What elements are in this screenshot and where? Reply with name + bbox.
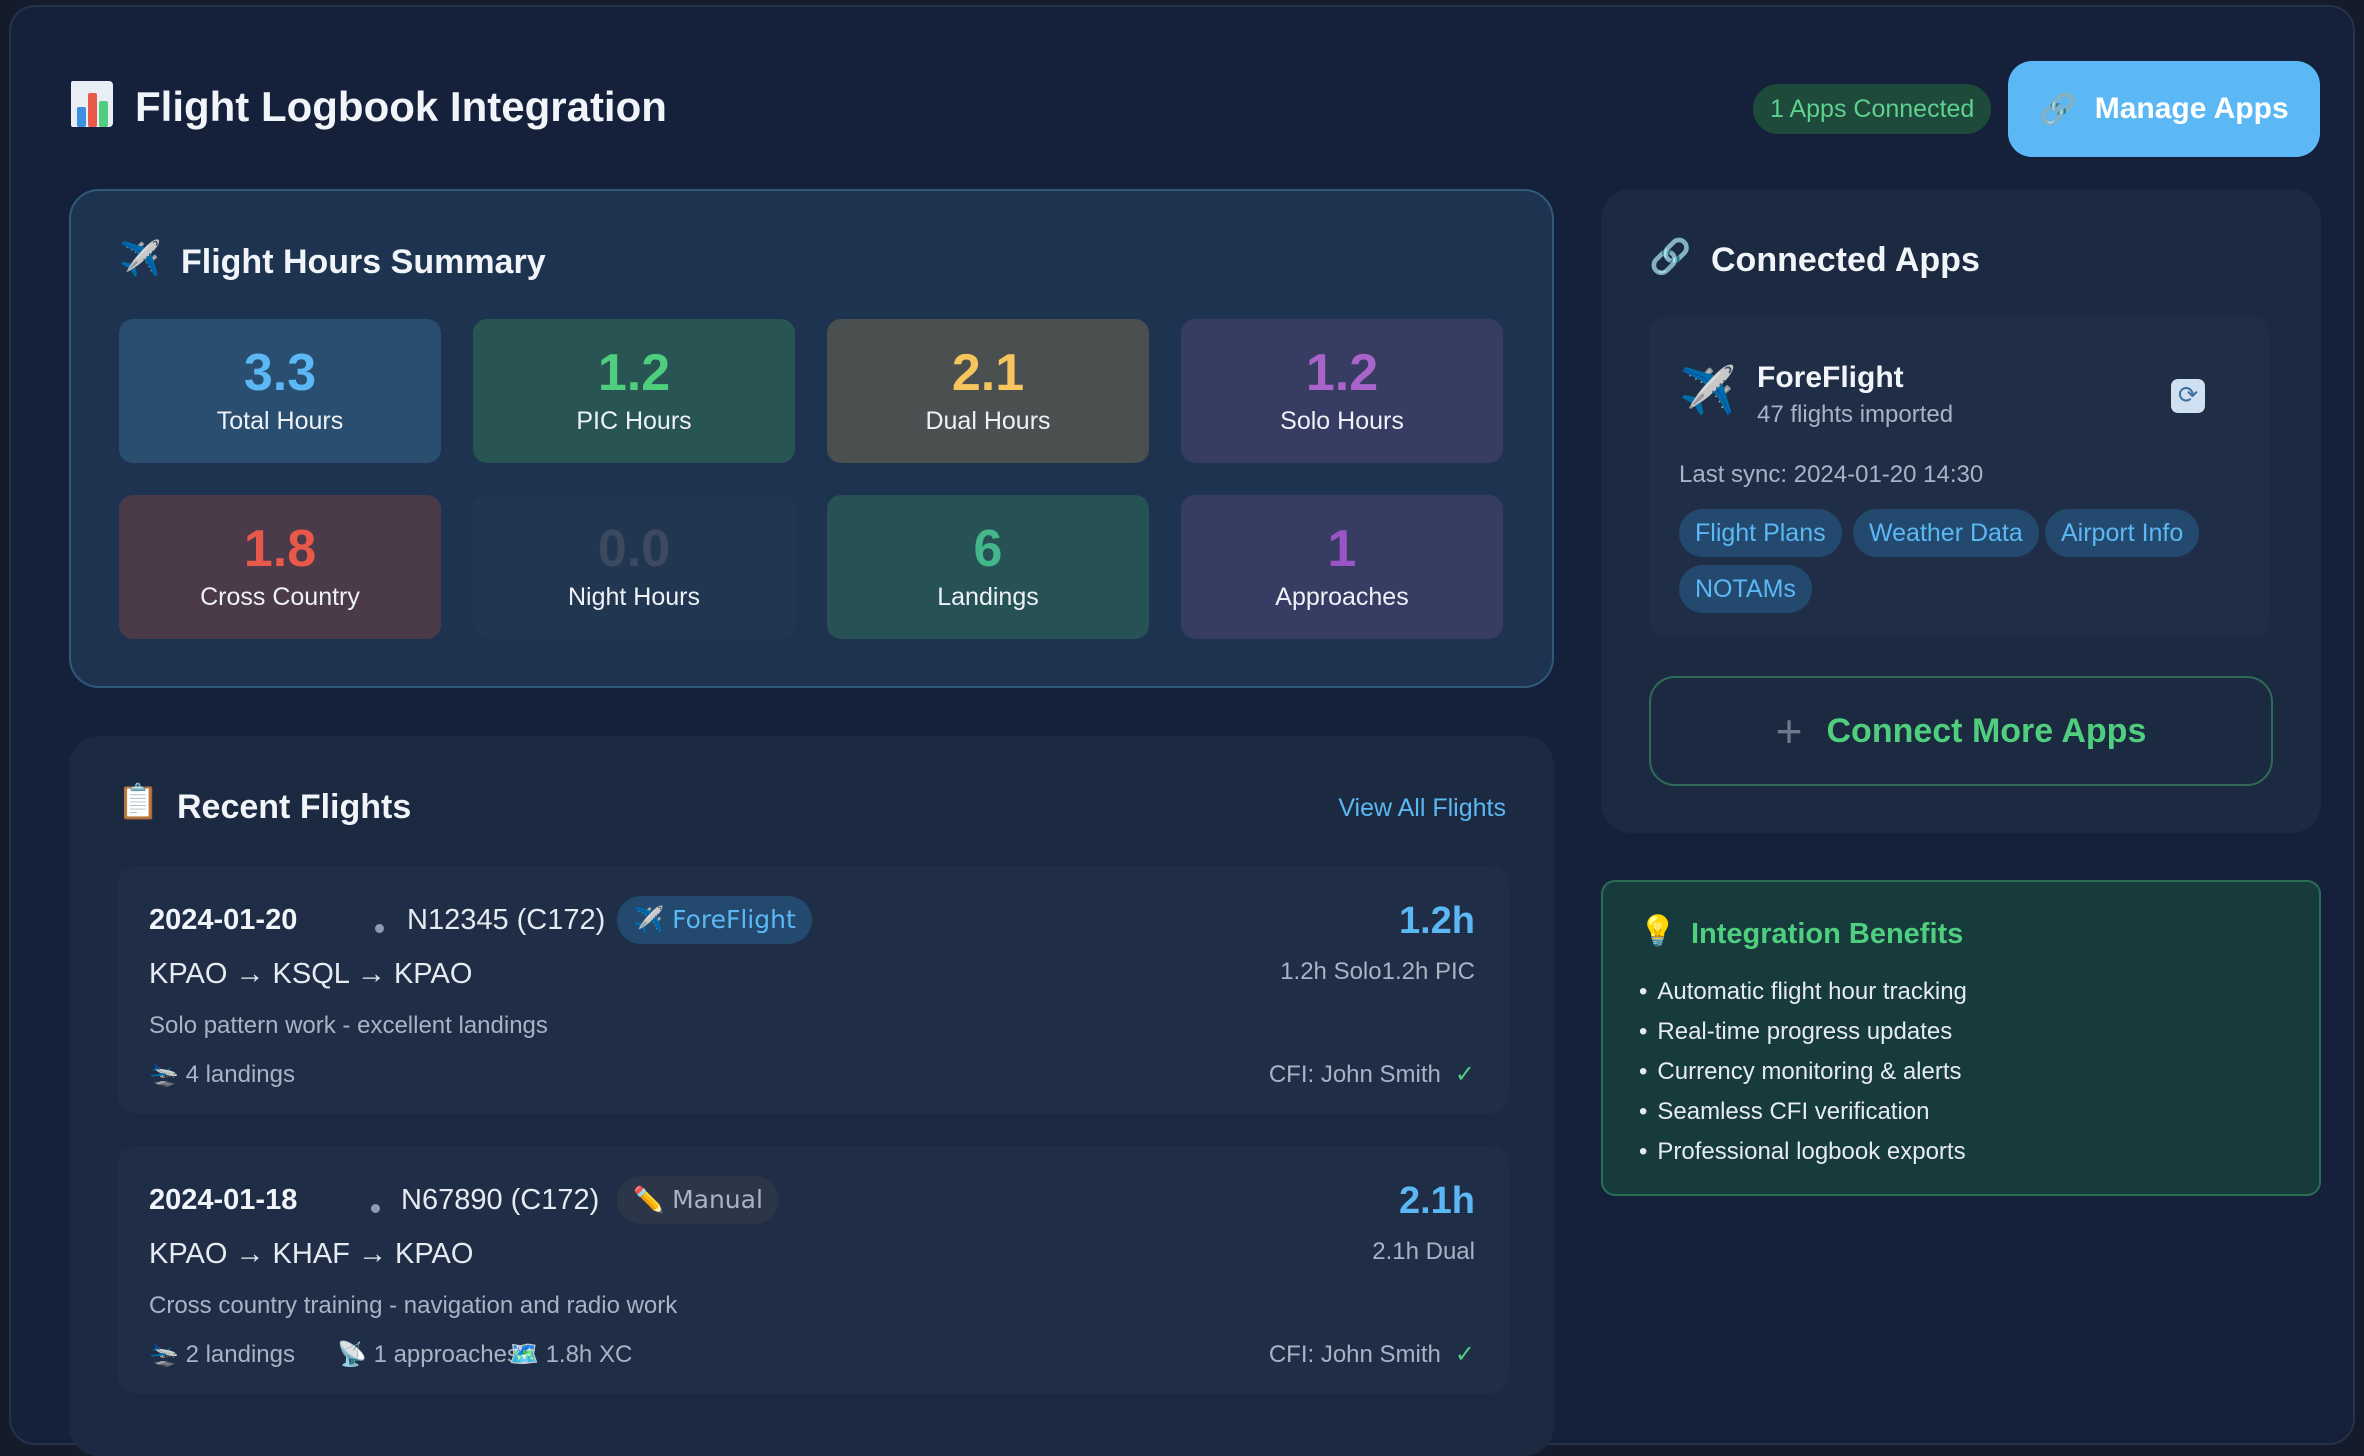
stat-label: Total Hours (216, 407, 344, 435)
stat-night-hours: 0.0 Night Hours (473, 495, 795, 639)
app-tag: Weather Data (1853, 509, 2039, 557)
stat-value: 1.2 (1305, 344, 1379, 402)
benefit-item: Seamless CFI verification (1639, 1092, 1967, 1132)
stat-value: 0.0 (597, 520, 671, 578)
benefits-list: Automatic flight hour tracking Real-time… (1639, 972, 1967, 1172)
flight-route: KPAO → KSQL → KPAO (149, 958, 473, 990)
flight-hours-summary: ✈️ Flight Hours Summary 3.3 Total Hours … (69, 189, 1554, 688)
benefit-item: Real-time progress updates (1639, 1012, 1967, 1052)
flight-date: 2024-01-20 (149, 904, 298, 936)
connect-more-label: Connect More Apps (1826, 711, 2147, 750)
landing-icon: 🛬 (149, 1340, 179, 1368)
integration-benefits-panel: 💡 Integration Benefits Automatic flight … (1601, 880, 2321, 1196)
stat-value: 1.2 (597, 344, 671, 402)
flight-hours: 2.1h (1398, 1180, 1475, 1222)
stat-label: Landings (937, 583, 1039, 611)
airplane-icon: ✈️ (1679, 363, 1737, 417)
check-icon: ✓ (1454, 1061, 1475, 1088)
stat-value: 6 (973, 520, 1003, 578)
landings-meta: 🛬 2 landings (149, 1340, 295, 1369)
connected-apps-title: Connected Apps (1711, 241, 1980, 279)
flight-aircraft: N12345 (C172) (407, 904, 606, 936)
cfi-verification: CFI: John Smith ✓ (1269, 1060, 1475, 1089)
flight-row[interactable]: 2024-01-20 N12345 (C172) ✈️ ForeFlight K… (117, 866, 1509, 1114)
recent-flights-title: Recent Flights (177, 788, 412, 826)
benefit-item: Currency monitoring & alerts (1639, 1052, 1967, 1092)
landings-meta: 🛬 4 landings (149, 1060, 295, 1089)
stat-total-hours: 3.3 Total Hours (119, 319, 441, 463)
stat-dual-hours: 2.1 Dual Hours (827, 319, 1149, 463)
stat-label: Cross Country (200, 583, 360, 611)
stat-label: Approaches (1275, 583, 1409, 611)
flight-route: KPAO → KHAF → KPAO (149, 1238, 474, 1270)
map-icon: 🗺️ (509, 1340, 539, 1368)
benefit-item: Professional logbook exports (1639, 1132, 1967, 1172)
stat-label: PIC Hours (576, 407, 692, 435)
recent-flights-panel: 📋 Recent Flights View All Flights 2024-0… (69, 736, 1554, 1456)
stat-label: Solo Hours (1280, 407, 1404, 435)
stat-value: 1.8 (243, 520, 317, 578)
manage-apps-label: Manage Apps (2094, 92, 2289, 125)
separator-dot (371, 1204, 380, 1213)
landing-icon: 🛬 (149, 1060, 179, 1088)
stat-label: Dual Hours (925, 407, 1051, 435)
flight-remarks: Solo pattern work - excellent landings (149, 1012, 548, 1039)
airplane-icon: ✈️ (119, 239, 162, 279)
stat-value: 1 (1327, 520, 1357, 578)
stat-pic-hours: 1.2 PIC Hours (473, 319, 795, 463)
app-tag: Airport Info (2045, 509, 2200, 557)
last-sync: Last sync: 2024-01-20 14:30 (1679, 461, 1984, 488)
flight-hours: 1.2h (1398, 900, 1475, 942)
connected-apps-badge: 1 Apps Connected (1753, 84, 1992, 134)
landings-count: 4 landings (185, 1061, 295, 1088)
app-card-foreflight: ✈️ ForeFlight 47 flights imported ⟳ Last… (1649, 317, 2269, 637)
satellite-antenna-icon: 📡 (337, 1340, 367, 1368)
approaches-count: 1 approaches (373, 1341, 520, 1368)
stat-solo-hours: 1.2 Solo Hours (1181, 319, 1503, 463)
xc-meta: 🗺️ 1.8h XC (509, 1340, 632, 1369)
xc-hours: 1.8h XC (545, 1341, 633, 1368)
flight-remarks: Cross country training - navigation and … (149, 1292, 678, 1319)
stat-label: Night Hours (568, 583, 700, 611)
plus-icon: + (1775, 705, 1803, 757)
separator-dot (375, 924, 384, 933)
link-icon: 🔗 (2039, 91, 2077, 127)
connected-apps-panel: 🔗 Connected Apps ✈️ ForeFlight 47 flight… (1601, 189, 2321, 833)
benefit-item: Automatic flight hour tracking (1639, 972, 1966, 1012)
view-all-flights-link[interactable]: View All Flights (1338, 794, 1506, 823)
source-badge-foreflight: ✈️ ForeFlight (617, 896, 812, 944)
check-icon: ✓ (1454, 1341, 1475, 1368)
flight-date: 2024-01-18 (149, 1184, 298, 1216)
stat-value: 2.1 (951, 344, 1025, 402)
stat-cross-country: 1.8 Cross Country (119, 495, 441, 639)
flight-row[interactable]: 2024-01-18 N67890 (C172) ✏️ Manual KPAO … (117, 1146, 1509, 1394)
approaches-meta: 📡 1 approaches (337, 1340, 519, 1369)
landings-count: 2 landings (185, 1341, 295, 1368)
benefits-title: Integration Benefits (1691, 918, 1964, 950)
cfi-verification: CFI: John Smith ✓ (1269, 1340, 1475, 1369)
summary-title: Flight Hours Summary (181, 243, 546, 281)
stat-approaches: 1 Approaches (1181, 495, 1503, 639)
sync-icon[interactable]: ⟳ (2171, 379, 2205, 413)
bar-chart-icon (71, 81, 113, 127)
app-frame: Flight Logbook Integration 1 Apps Connec… (9, 5, 2355, 1456)
app-tag: Flight Plans (1679, 509, 1842, 557)
stat-value: 3.3 (243, 344, 317, 402)
flight-aircraft: N67890 (C172) (401, 1184, 600, 1216)
manage-apps-button[interactable]: 🔗 Manage Apps (2008, 61, 2320, 157)
cfi-name: CFI: John Smith (1268, 1341, 1441, 1368)
page-title: Flight Logbook Integration (135, 83, 667, 130)
lightbulb-icon: 💡 (1639, 914, 1677, 949)
connect-more-apps-button[interactable]: + Connect More Apps (1649, 676, 2273, 786)
link-icon: 🔗 (1649, 237, 1692, 277)
flight-hours-detail: 1.2h Solo1.2h PIC (1280, 958, 1475, 985)
clipboard-icon: 📋 (117, 782, 160, 822)
app-tag: NOTAMs (1679, 565, 1812, 613)
flight-hours-detail: 2.1h Dual (1372, 1238, 1475, 1265)
app-name: ForeFlight (1757, 361, 1904, 394)
source-badge-manual: ✏️ Manual (617, 1176, 779, 1224)
app-imported-count: 47 flights imported (1757, 401, 1954, 428)
stat-landings: 6 Landings (827, 495, 1149, 639)
cfi-name: CFI: John Smith (1268, 1061, 1441, 1088)
